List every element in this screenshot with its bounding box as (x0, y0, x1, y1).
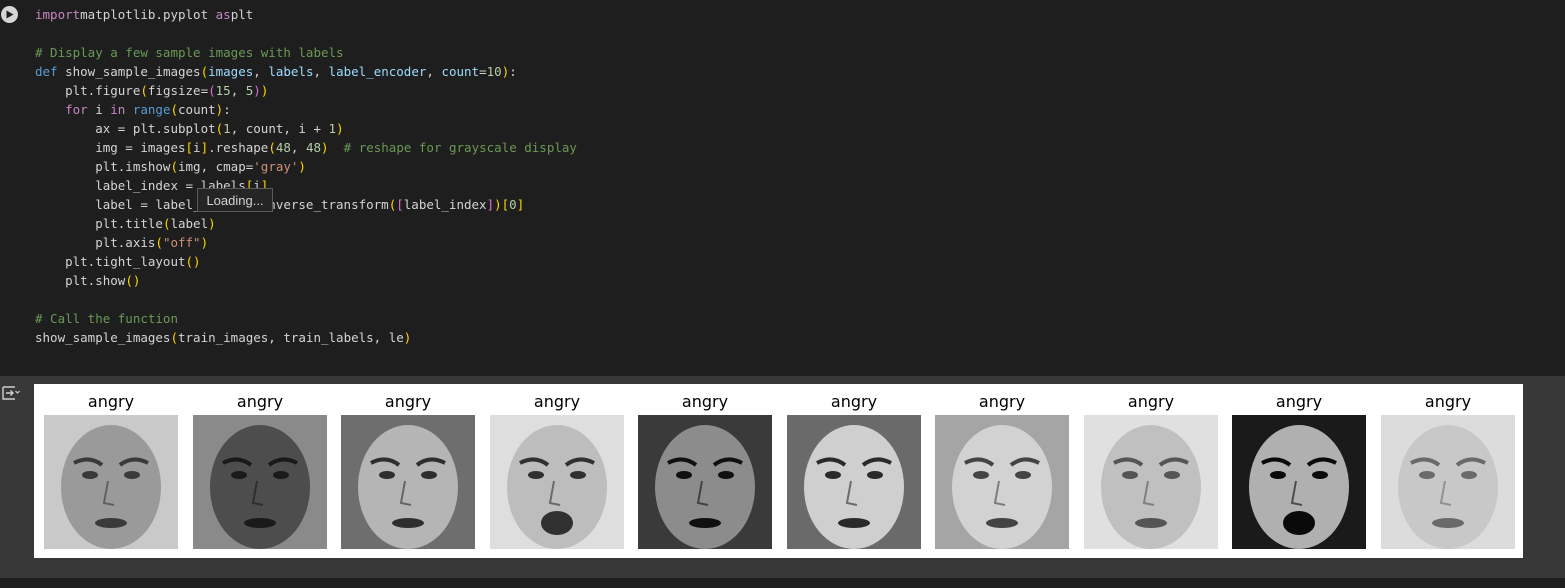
run-cell-button[interactable] (1, 6, 18, 23)
subplot: angry (1084, 384, 1218, 558)
face-image (935, 415, 1069, 549)
face-image (787, 415, 921, 549)
subplot: angry (1381, 384, 1515, 558)
loading-tooltip: Loading... (197, 188, 273, 212)
output-toggle-icon[interactable] (0, 384, 20, 402)
subplot-title: angry (87, 392, 135, 411)
code-line: plt.title(label) (35, 216, 216, 231)
subplot-title: angry (1275, 392, 1323, 411)
face-image (638, 415, 772, 549)
code-line: plt.show() (35, 273, 141, 288)
code-line: show_sample_images(train_images, train_l… (35, 330, 412, 345)
code-line: ax = plt.subplot(1, count, i + 1) (35, 121, 344, 136)
subplot: angry (1232, 384, 1366, 558)
subplot: angry (341, 384, 475, 558)
subplot-title: angry (1424, 392, 1472, 411)
subplot: angry (490, 384, 624, 558)
face-image (341, 415, 475, 549)
code-line: plt.figure(figsize=(15, 5)) (35, 83, 269, 98)
face-image (1381, 415, 1515, 549)
code-line: img = images[i].reshape(48, 48) # reshap… (35, 140, 577, 155)
subplot: angry (935, 384, 1069, 558)
code-cell: importmatplotlib.pyplot asplt # Display … (0, 0, 1565, 588)
matplotlib-figure: angry angry angry angry angry angry angry angry… (34, 384, 1523, 558)
subplot: angry (44, 384, 178, 558)
code-editor[interactable]: importmatplotlib.pyplot asplt # Display … (35, 5, 577, 347)
subplot: angry (787, 384, 921, 558)
code-line: def show_sample_images(images, labels, l… (35, 64, 517, 79)
code-line: # Display a few sample images with label… (35, 45, 344, 60)
code-line: plt.tight_layout() (35, 254, 201, 269)
face-image (44, 415, 178, 549)
subplot-title: angry (681, 392, 729, 411)
code-line: plt.axis("off") (35, 235, 209, 250)
code-line: for i in range(count): (35, 102, 231, 117)
code-line: importmatplotlib.pyplot asplt (35, 7, 254, 22)
face-image (1232, 415, 1366, 549)
face-image (193, 415, 327, 549)
subplot-title: angry (384, 392, 432, 411)
subplot-title: angry (978, 392, 1026, 411)
code-line: plt.imshow(img, cmap='gray') (35, 159, 306, 174)
subplot: angry (193, 384, 327, 558)
subplot: angry (638, 384, 772, 558)
face-image (490, 415, 624, 549)
code-line: label = label_encoder.inverse_transform(… (95, 197, 525, 212)
code-line: label_index = labels[i] (35, 178, 269, 193)
code-line: # Call the function (35, 311, 178, 326)
face-image (1084, 415, 1218, 549)
play-icon (6, 10, 14, 19)
